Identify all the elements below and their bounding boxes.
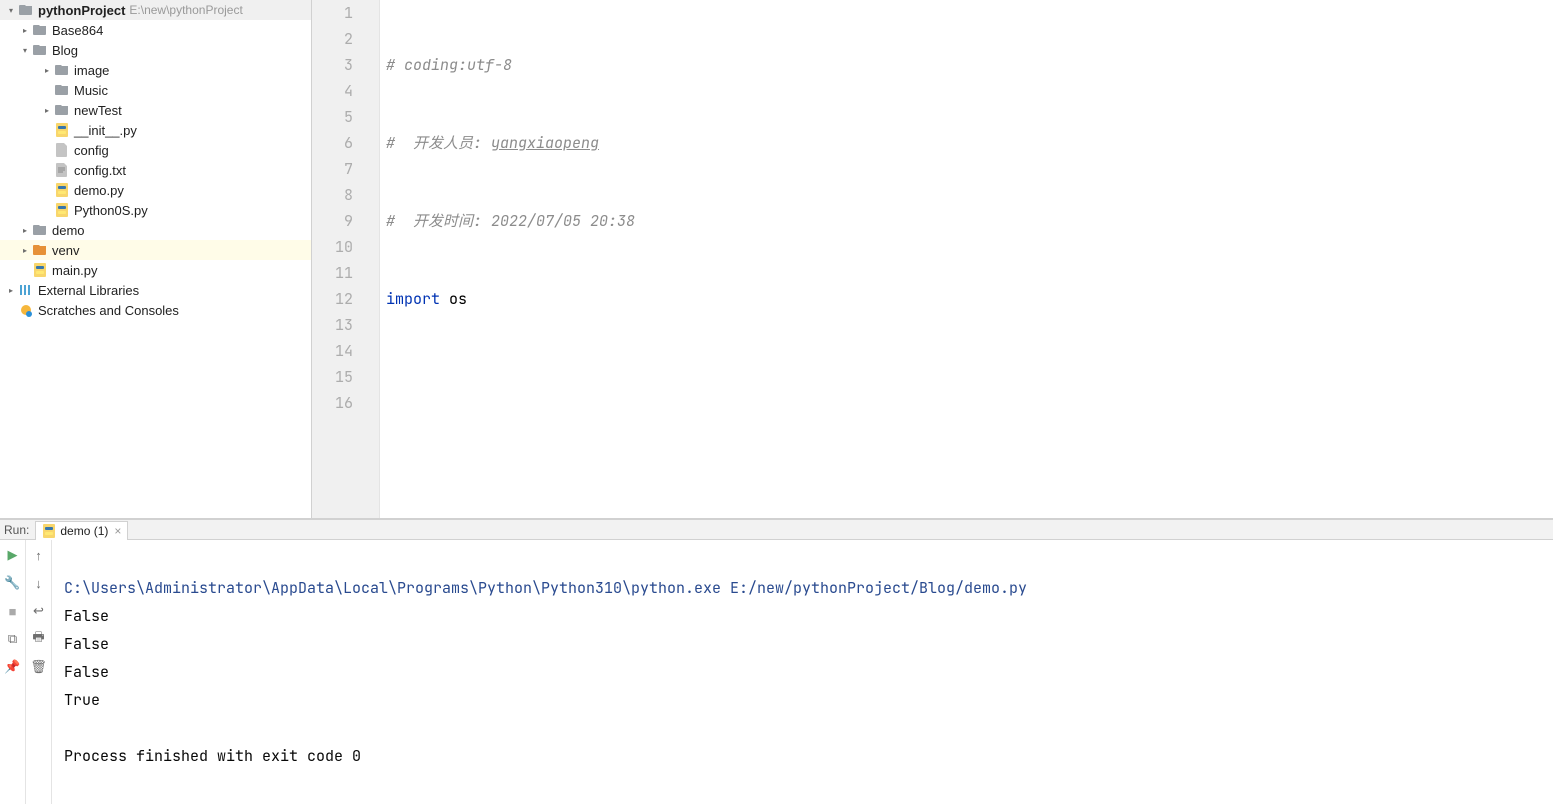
stop-icon[interactable]: ■ <box>4 602 22 620</box>
tree-folder-newtest[interactable]: ▸ newTest <box>0 100 311 120</box>
run-tab-label: demo (1) <box>60 524 108 538</box>
external-libraries[interactable]: ▸ External Libraries <box>0 280 311 300</box>
tree-file-python0s[interactable]: Python0S.py <box>0 200 311 220</box>
layout-icon[interactable]: ⧉ <box>4 630 22 648</box>
code-keyword: import <box>386 289 440 309</box>
pin-icon[interactable]: 📌 <box>4 658 22 676</box>
run-panel: Run: demo (1) × ▶ 🔧 ■ ⧉ 📌 ↑ ↓ ↩ 🖶 🗑 C:\U… <box>0 519 1553 761</box>
code-comment: # 开发人员: <box>386 133 491 153</box>
folder-icon <box>54 62 70 78</box>
down-arrow-icon[interactable]: ↓ <box>30 574 48 592</box>
tree-folder-music[interactable]: Music <box>0 80 311 100</box>
run-header: Run: demo (1) × <box>0 520 1553 540</box>
tree-label: main.py <box>52 263 98 278</box>
tree-label: config <box>74 143 109 158</box>
python-file-icon <box>54 202 70 218</box>
code-identifier: os <box>440 289 467 309</box>
chevron-right-icon[interactable]: ▸ <box>18 243 32 257</box>
folder-icon <box>32 222 48 238</box>
console-command: C:\Users\Administrator\AppData\Local\Pro… <box>64 578 1027 598</box>
wrench-icon[interactable]: 🔧 <box>4 574 22 592</box>
folder-icon <box>32 22 48 38</box>
trash-icon[interactable]: 🗑 <box>30 658 48 676</box>
chevron-right-icon[interactable]: ▸ <box>18 223 32 237</box>
run-toolbar-left: ▶ 🔧 ■ ⧉ 📌 <box>0 540 26 804</box>
console-output[interactable]: C:\Users\Administrator\AppData\Local\Pro… <box>52 540 1553 804</box>
chevron-right-icon[interactable]: ▸ <box>18 23 32 37</box>
project-tree[interactable]: ▾ pythonProject E:\new\pythonProject ▸ B… <box>0 0 312 518</box>
tree-file-config[interactable]: config <box>0 140 311 160</box>
code-comment: yangxiaopeng <box>491 133 599 153</box>
chevron-right-icon[interactable]: ▸ <box>40 63 54 77</box>
tree-file-main[interactable]: main.py <box>0 260 311 280</box>
python-file-icon <box>42 524 56 538</box>
tree-label: demo <box>52 223 85 238</box>
tree-label: Music <box>74 83 108 98</box>
folder-icon <box>54 82 70 98</box>
line-number-gutter: 12345678910111213141516 <box>312 0 380 518</box>
run-label: Run: <box>4 523 29 537</box>
tree-label: config.txt <box>74 163 126 178</box>
scratches-consoles[interactable]: Scratches and Consoles <box>0 300 311 320</box>
run-toolbar-secondary: ↑ ↓ ↩ 🖶 🗑 <box>26 540 52 804</box>
console-line: False <box>64 606 109 626</box>
close-icon[interactable]: × <box>114 524 121 538</box>
code-comment: # 开发时间: 2022/07/05 20:38 <box>386 211 635 231</box>
chevron-down-icon[interactable]: ▾ <box>4 3 18 17</box>
tree-label: demo.py <box>74 183 124 198</box>
console-line: True <box>64 690 100 710</box>
folder-icon <box>32 42 48 58</box>
tree-label: image <box>74 63 109 78</box>
code-comment: # coding:utf-8 <box>386 55 512 75</box>
python-file-icon <box>54 122 70 138</box>
file-icon <box>54 142 70 158</box>
python-file-icon <box>32 262 48 278</box>
wrap-icon[interactable]: ↩ <box>30 602 48 620</box>
tree-file-demo[interactable]: demo.py <box>0 180 311 200</box>
tree-folder-demo[interactable]: ▸ demo <box>0 220 311 240</box>
console-exit: Process finished with exit code 0 <box>64 746 361 766</box>
project-root[interactable]: ▾ pythonProject E:\new\pythonProject <box>0 0 311 20</box>
tree-folder-venv[interactable]: ▸ venv <box>0 240 311 260</box>
chevron-right-icon[interactable]: ▸ <box>4 283 18 297</box>
print-icon[interactable]: 🖶 <box>30 630 48 648</box>
text-file-icon <box>54 162 70 178</box>
tree-label: venv <box>52 243 79 258</box>
library-icon <box>18 282 34 298</box>
tree-label: External Libraries <box>38 283 139 298</box>
library-folder-icon <box>32 242 48 258</box>
tree-file-init[interactable]: __init__.py <box>0 120 311 140</box>
tree-file-configtxt[interactable]: config.txt <box>0 160 311 180</box>
scratch-icon <box>18 302 34 318</box>
chevron-right-icon[interactable]: ▸ <box>40 103 54 117</box>
folder-icon <box>18 2 34 18</box>
tree-label: Scratches and Consoles <box>38 303 179 318</box>
code-area[interactable]: # coding:utf-8 # 开发人员: yangxiaopeng # 开发… <box>380 0 1553 518</box>
tree-label: __init__.py <box>74 123 137 138</box>
play-icon[interactable]: ▶ <box>4 546 22 564</box>
console-line: False <box>64 634 109 654</box>
tree-label: Base864 <box>52 23 103 38</box>
code-editor[interactable]: 12345678910111213141516 # coding:utf-8 #… <box>312 0 1553 518</box>
console-line: False <box>64 662 109 682</box>
folder-icon <box>54 102 70 118</box>
project-path: E:\new\pythonProject <box>129 3 242 17</box>
tree-label: newTest <box>74 103 122 118</box>
run-tab[interactable]: demo (1) × <box>35 521 128 540</box>
chevron-down-icon[interactable]: ▾ <box>18 43 32 57</box>
tree-label: Blog <box>52 43 78 58</box>
tree-folder-image[interactable]: ▸ image <box>0 60 311 80</box>
python-file-icon <box>54 182 70 198</box>
project-name: pythonProject <box>38 3 125 18</box>
tree-folder-base864[interactable]: ▸ Base864 <box>0 20 311 40</box>
tree-label: Python0S.py <box>74 203 148 218</box>
tree-folder-blog[interactable]: ▾ Blog <box>0 40 311 60</box>
up-arrow-icon[interactable]: ↑ <box>30 546 48 564</box>
